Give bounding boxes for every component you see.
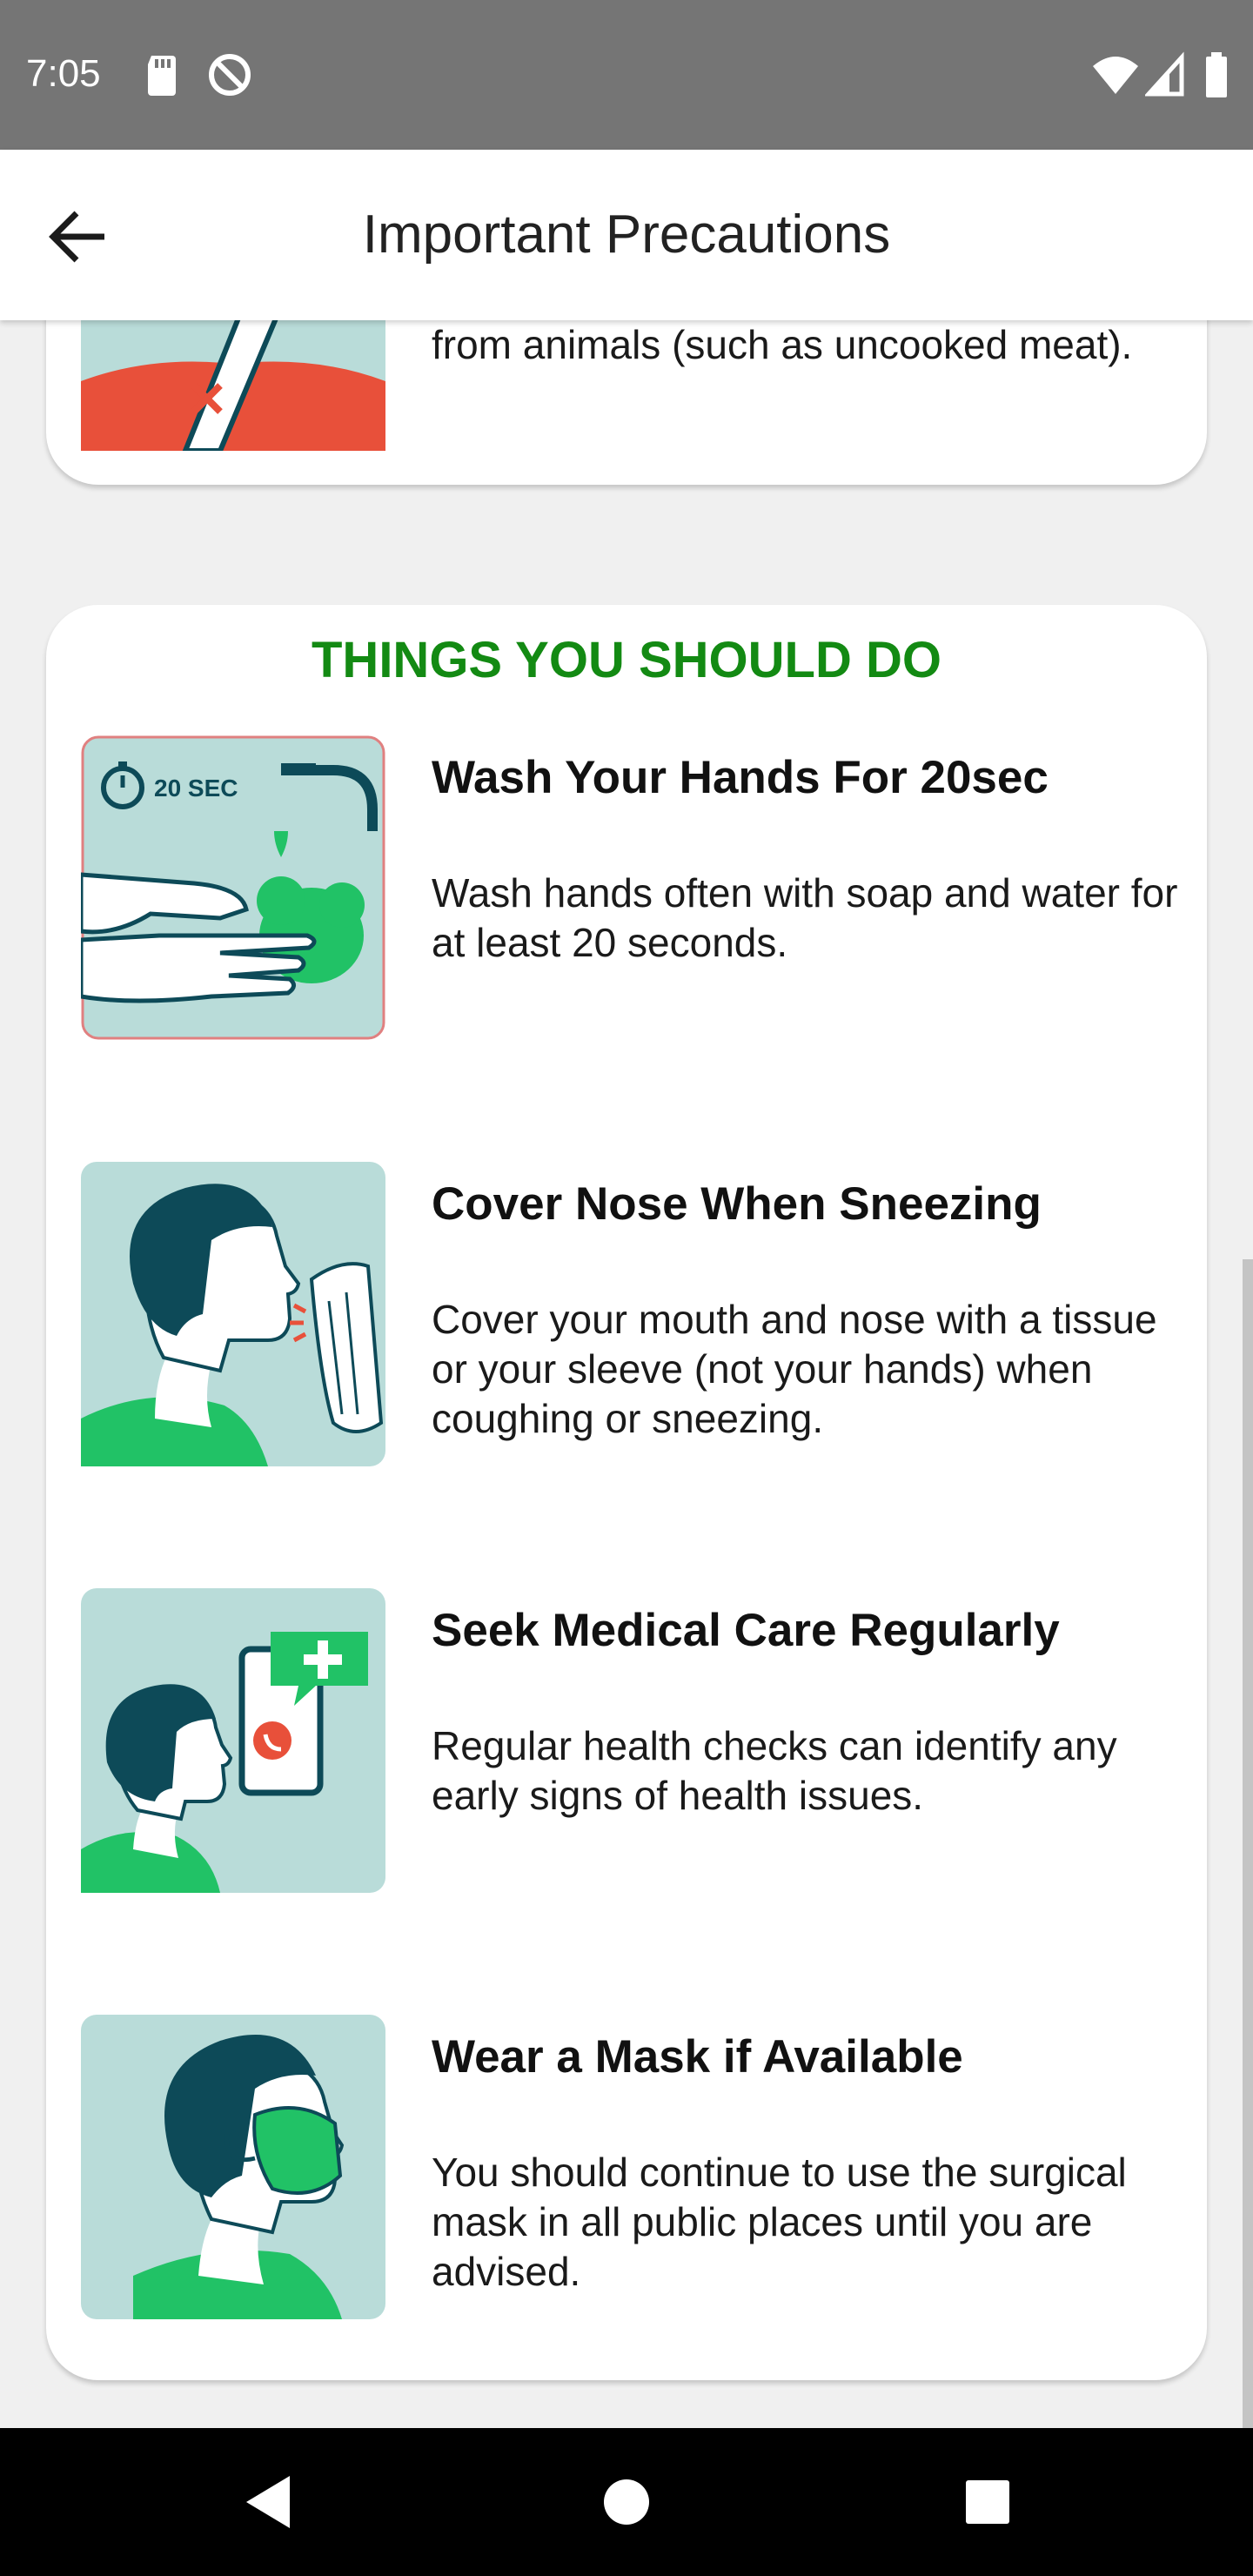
sd-card-icon [148, 56, 176, 96]
status-bar: 7:05 [0, 0, 1253, 150]
battery-icon [1206, 52, 1227, 97]
dont-card: animal markets, and products that come f… [46, 320, 1207, 485]
item-title: Wear a Mask if Available [432, 2031, 963, 2083]
app-bar: Important Precautions [0, 150, 1253, 320]
wifi-icon [1093, 57, 1138, 94]
item-description: Wash hands often with soap and water for… [432, 870, 1178, 965]
home-circle-icon[interactable] [587, 2463, 666, 2541]
item-description: Cover your mouth and nose with a tissue … [432, 1297, 1157, 1441]
dont-item-description: animal markets, and products that come f… [432, 322, 1133, 367]
sneeze-tissue-icon [81, 1162, 385, 1466]
item-title: Seek Medical Care Regularly [432, 1605, 1060, 1656]
wash-hands-icon: 20 SEC [81, 735, 385, 1040]
recents-square-icon[interactable] [948, 2463, 1027, 2541]
signal-icon [1145, 51, 1184, 97]
item-title: Cover Nose When Sneezing [432, 1178, 1042, 1230]
item-description: You should continue to use the surgical … [432, 2150, 1127, 2294]
navigation-bar [0, 2428, 1253, 2576]
section-heading: THINGS YOU SHOULD DO [312, 632, 941, 688]
no-disturb-icon [209, 54, 251, 96]
item-description: Regular health checks can identify any e… [432, 1723, 1117, 1818]
status-time: 7:05 [26, 52, 101, 95]
face-mask-icon [81, 2015, 385, 2319]
medical-call-icon [81, 1588, 385, 1893]
item-title: Wash Your Hands For 20sec [432, 752, 1049, 803]
scroll-content[interactable]: animal markets, and products that come f… [0, 320, 1253, 2428]
scrollbar[interactable] [1243, 1259, 1253, 2428]
avoid-animals-icon [81, 320, 385, 451]
timer-label: 20 SEC [154, 775, 238, 802]
page-title: Important Precautions [362, 205, 891, 265]
do-card: THINGS YOU SHOULD DO 20 SEC Wash Your Ha… [46, 605, 1207, 2380]
back-triangle-icon[interactable] [231, 2463, 309, 2541]
